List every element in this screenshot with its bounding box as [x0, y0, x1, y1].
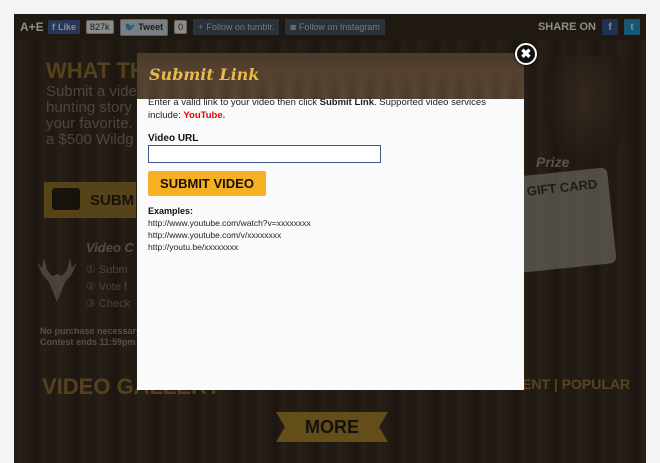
- example-url: http://www.youtube.com/watch?v=xxxxxxxx: [148, 218, 311, 228]
- example-url: http://youtu.be/xxxxxxxx: [148, 242, 239, 252]
- modal-description: Enter a valid link to your video then cl…: [148, 96, 508, 122]
- examples-label: Examples:: [148, 206, 194, 216]
- close-icon[interactable]: ✖: [515, 43, 537, 65]
- desc-end: .: [222, 110, 226, 121]
- video-url-label: Video URL: [148, 133, 199, 144]
- submit-link-modal: Submit Link Enter a valid link to your v…: [137, 53, 524, 390]
- modal-header: Submit Link: [137, 53, 524, 99]
- supported-service: YouTube: [183, 110, 223, 121]
- examples-list: http://www.youtube.com/watch?v=xxxxxxxx …: [148, 217, 311, 253]
- desc-bold: Submit Link: [319, 97, 374, 108]
- modal-title: Submit Link: [149, 65, 260, 84]
- example-url: http://www.youtube.com/v/xxxxxxxx: [148, 230, 282, 240]
- video-url-input[interactable]: [148, 145, 381, 163]
- page: A+E f Like 827k 🐦 Tweet 0 + Follow on tu…: [0, 0, 660, 463]
- desc-text: Enter a valid link to your video then cl…: [148, 97, 320, 108]
- submit-video-button[interactable]: SUBMIT VIDEO: [148, 171, 266, 196]
